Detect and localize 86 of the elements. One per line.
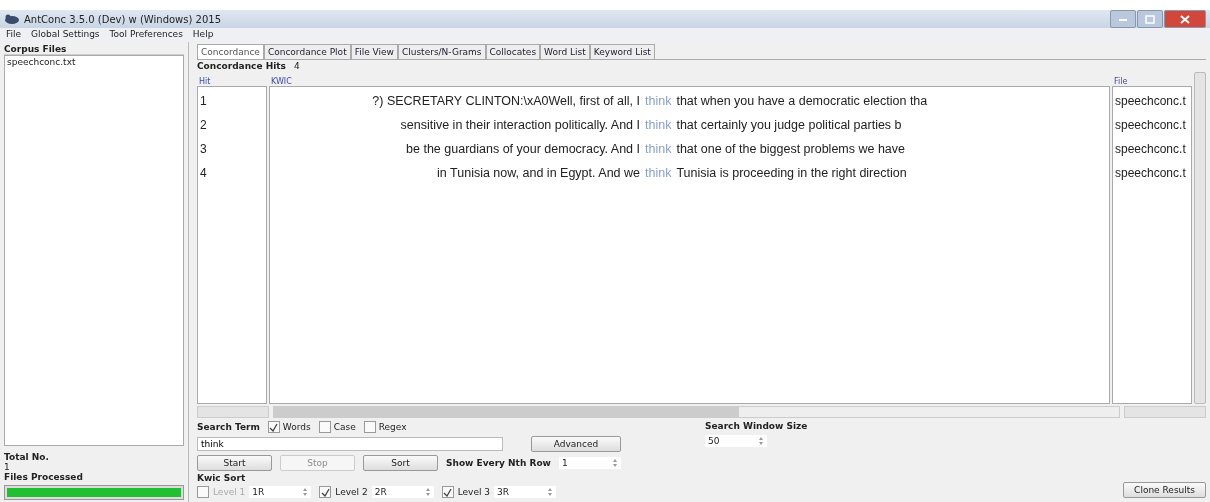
checkbox[interactable] xyxy=(363,421,376,433)
checkbox[interactable] xyxy=(318,421,331,433)
spinner-arrows-icon xyxy=(611,458,618,468)
menu-item[interactable]: Global Settings xyxy=(31,29,100,41)
hits-count: 4 xyxy=(293,61,300,71)
search-field[interactable]: think xyxy=(197,437,503,451)
hit-number: 4 xyxy=(200,166,207,180)
checkbox[interactable] xyxy=(319,486,332,498)
right-context: that certainly you judge political parties b xyxy=(676,118,902,132)
minimize-icon xyxy=(1118,16,1128,22)
advanced-button[interactable]: Advanced xyxy=(531,436,621,452)
tab[interactable]: File View xyxy=(350,44,398,59)
nth-row-spinner[interactable]: 1 xyxy=(558,457,621,469)
file-name: speechconc.t xyxy=(1115,166,1186,180)
checkbox-label: Regex xyxy=(378,422,407,432)
menu-item[interactable]: File xyxy=(6,29,22,41)
action-button[interactable]: Sort xyxy=(363,455,438,471)
column-header[interactable]: File xyxy=(1112,77,1128,86)
hits-label: Concordance Hits xyxy=(197,61,286,71)
column-header[interactable]: KWIC xyxy=(269,77,292,86)
action-button[interactable]: Start xyxy=(197,455,272,471)
horizontal-scrollbar[interactable] xyxy=(1124,406,1206,418)
kwic-sort-label: Kwic Sort xyxy=(197,473,247,483)
left-context: be the guardians of your democracy. And I xyxy=(405,142,640,156)
keyword: think xyxy=(644,166,673,180)
spinner-arrows-icon xyxy=(758,436,764,446)
search-term-label: Search Term xyxy=(197,422,260,432)
minimize-button[interactable] xyxy=(1110,10,1136,28)
check-icon xyxy=(320,487,330,497)
checkbox[interactable] xyxy=(441,486,454,498)
checkbox-label: Words xyxy=(282,422,311,432)
right-context: that one of the biggest problems we have xyxy=(676,142,906,156)
checkbox[interactable] xyxy=(267,421,280,433)
window-size-spinner[interactable]: 50 xyxy=(705,435,767,447)
horizontal-scrollbar[interactable] xyxy=(273,406,1120,418)
close-icon xyxy=(1180,14,1190,24)
check-icon xyxy=(443,487,453,497)
clone-results-button[interactable]: Clone Results xyxy=(1123,482,1206,498)
keyword: think xyxy=(644,118,673,132)
checkbox[interactable] xyxy=(197,486,209,498)
keyword: think xyxy=(644,142,673,156)
hit-number: 1 xyxy=(200,94,207,108)
tab[interactable]: Keyword List xyxy=(589,44,655,59)
spinner-arrows-icon xyxy=(302,487,309,497)
tab[interactable]: Word List xyxy=(540,44,590,59)
file-name: speechconc.t xyxy=(1115,142,1186,156)
window-title: AntConc 3.5.0 (Dev) w (Windows) 2015 xyxy=(24,13,222,25)
file-item[interactable]: speechconc.txt xyxy=(5,56,183,68)
column-header[interactable]: Hit xyxy=(197,77,211,86)
level-label: Level 3 xyxy=(457,487,491,497)
total-label: Total No. xyxy=(4,452,50,462)
tab[interactable]: Clusters/N-Grams xyxy=(397,44,486,59)
maximize-button[interactable] xyxy=(1137,10,1163,28)
menu-item[interactable]: Tool Preferences xyxy=(109,29,183,41)
level-spinner[interactable]: 3R xyxy=(494,486,557,498)
tab[interactable]: Concordance xyxy=(197,44,264,59)
window-size-label: Search Window Size xyxy=(705,421,809,431)
horizontal-scrollbar[interactable] xyxy=(197,406,269,418)
hit-number: 2 xyxy=(200,118,207,132)
right-context: that when you have a democratic election tha xyxy=(676,94,928,108)
close-button[interactable] xyxy=(1164,10,1206,28)
checkbox-label: Case xyxy=(333,422,356,432)
nth-row-label: Show Every Nth Row xyxy=(446,458,551,468)
keyword: think xyxy=(644,94,673,108)
level-spinner[interactable]: 2R xyxy=(371,486,434,498)
menu-item[interactable]: Help xyxy=(192,29,214,41)
file-name: speechconc.t xyxy=(1115,118,1186,132)
level-label: Level 1 xyxy=(213,487,246,497)
total-value: 1 xyxy=(4,462,11,472)
check-icon xyxy=(269,422,279,432)
left-context: in Tunisia now, and in Egypt. And we xyxy=(436,166,640,180)
left-context: sensitive in their interaction politically. And I xyxy=(399,118,640,132)
hit-number: 3 xyxy=(200,142,207,156)
left-context: ?) SECRETARY CLINTON:\xA0Well, first of all, I xyxy=(371,94,640,108)
file-name: speechconc.t xyxy=(1115,94,1186,108)
right-context: Tunisia is proceeding in the right direction xyxy=(676,166,907,180)
maximize-icon xyxy=(1145,14,1155,24)
level-spinner[interactable]: 1R xyxy=(249,486,312,498)
vertical-scrollbar[interactable] xyxy=(1194,72,1206,404)
files-processed-label: Files Processed xyxy=(4,472,84,482)
spinner-arrows-icon xyxy=(424,487,431,497)
file-list[interactable]: speechconc.txt xyxy=(4,55,184,446)
tab[interactable]: Collocates xyxy=(485,44,541,59)
level-label: Level 2 xyxy=(335,487,368,497)
tab[interactable]: Concordance Plot xyxy=(263,44,351,59)
spinner-arrows-icon xyxy=(547,487,554,497)
